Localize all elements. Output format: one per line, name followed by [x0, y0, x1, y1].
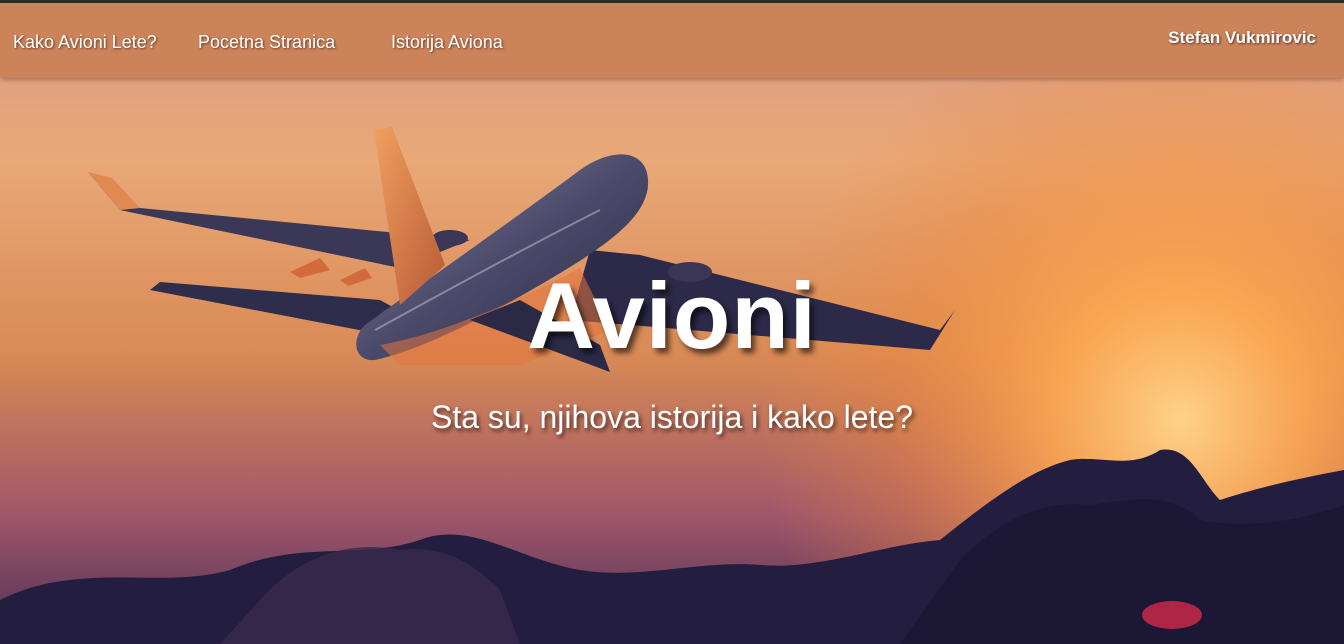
navbar: Kako Avioni Lete? Pocetna Stranica Istor…	[0, 3, 1344, 78]
page: Kako Avioni Lete? Pocetna Stranica Istor…	[0, 0, 1344, 644]
nav-link-pocetna-stranica[interactable]: Pocetna Stranica	[198, 32, 335, 53]
nav-link-istorija-aviona[interactable]: Istorija Aviona	[391, 32, 503, 53]
nav-link-kako-avioni-lete[interactable]: Kako Avioni Lete?	[13, 32, 157, 53]
user-name: Stefan Vukmirovic	[1168, 28, 1316, 47]
hero-subtitle: Sta su, njihova istorija i kako lete?	[430, 399, 914, 435]
hero-title: Avioni	[527, 263, 817, 368]
